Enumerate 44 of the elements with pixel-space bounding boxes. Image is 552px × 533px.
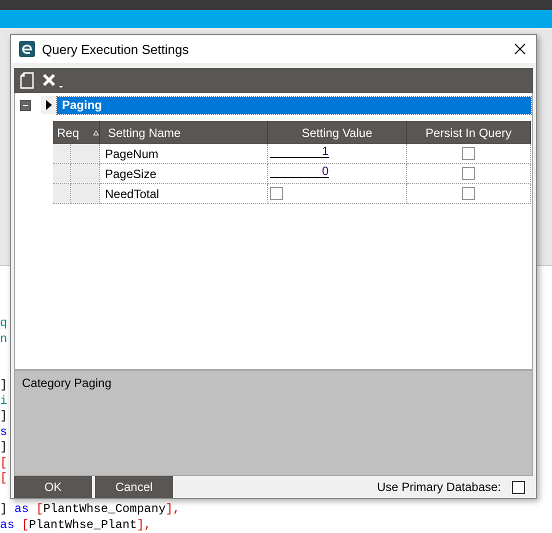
persist-checkbox[interactable]: [462, 167, 475, 180]
row-header-cell: [71, 184, 100, 204]
code-line: [: [0, 471, 8, 486]
cancel-button[interactable]: Cancel: [95, 476, 173, 498]
window-title: Query Execution Settings: [42, 42, 190, 56]
description-text: Category Paging: [22, 376, 112, 390]
row-header-cell: [71, 144, 100, 164]
code-line: as [PlantWhse_Plant],: [0, 518, 152, 533]
value-checkbox[interactable]: [270, 187, 283, 200]
delete-icon[interactable]: [42, 72, 64, 88]
code-line: i: [0, 394, 8, 409]
app-logo-icon: [19, 41, 35, 57]
value-field[interactable]: 1: [270, 145, 329, 158]
close-button[interactable]: [512, 41, 528, 57]
code-line: q: [0, 316, 8, 332]
table-cell: PageSize: [100, 164, 268, 184]
code-line: ]: [0, 440, 8, 456]
code-line: s: [0, 424, 8, 440]
row-header-cell: [71, 164, 100, 184]
group-row[interactable]: Paging: [57, 96, 531, 114]
ok-button[interactable]: OK: [14, 476, 92, 498]
value-field[interactable]: 0: [270, 165, 329, 178]
row-header-cell: [53, 164, 71, 184]
new-document-icon[interactable]: [20, 72, 34, 89]
persist-checkbox[interactable]: [462, 187, 475, 200]
column-header[interactable]: Persist In Query: [407, 121, 531, 144]
primary-database-checkbox[interactable]: [512, 480, 525, 494]
column-header[interactable]: Setting Value: [268, 121, 407, 144]
sort-icon: [93, 128, 99, 136]
checkbox-label: Use Primary Database:: [376, 480, 501, 494]
collapse-toggle[interactable]: [20, 100, 31, 110]
table-cell: NeedTotal: [100, 184, 268, 204]
row-pointer-icon: [41, 96, 57, 114]
persist-checkbox[interactable]: [462, 147, 475, 160]
column-header[interactable]: Req: [53, 121, 100, 144]
code-line: ]: [0, 378, 8, 394]
code-line: ] as [PlantWhse_Company],: [0, 502, 180, 518]
row-header-cell: [53, 144, 71, 164]
table-cell: PageNum: [100, 144, 268, 164]
row-header-cell: [53, 184, 71, 204]
column-header[interactable]: Setting Name: [100, 121, 268, 144]
code-line: [: [0, 456, 8, 471]
code-line: ]: [0, 409, 8, 424]
code-line: n: [0, 332, 8, 347]
